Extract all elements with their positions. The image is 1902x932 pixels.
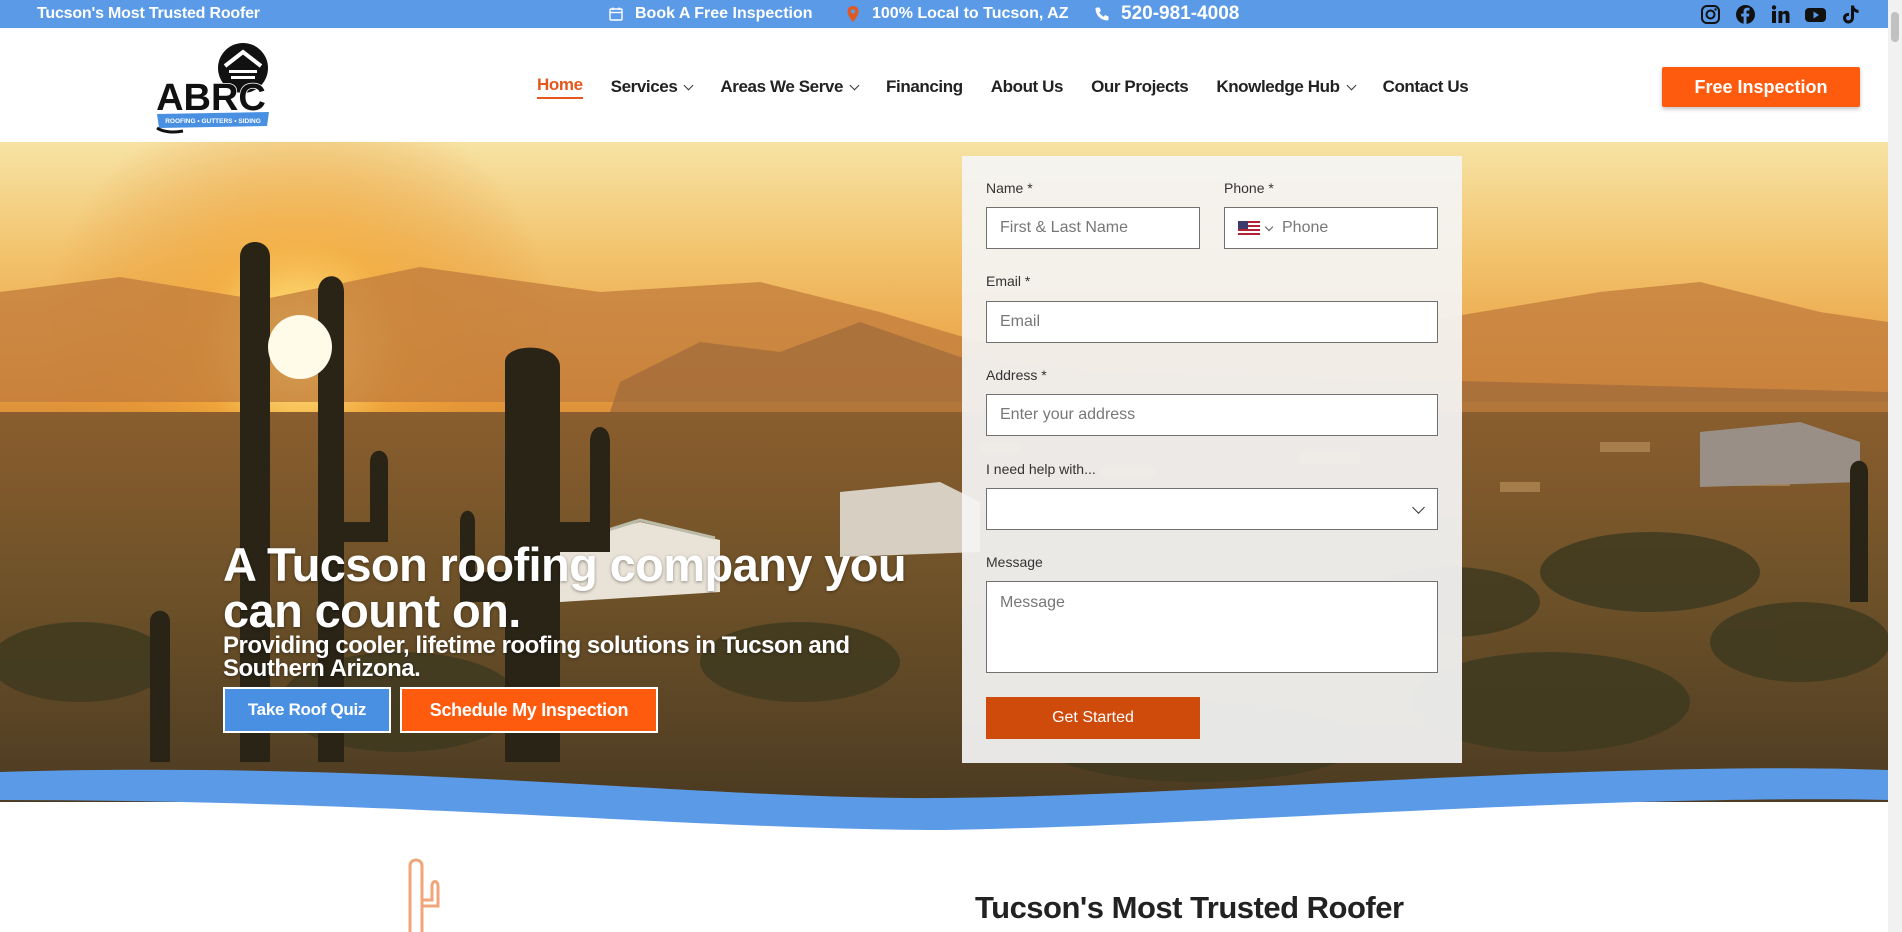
calendar-icon [607, 5, 625, 23]
hero-title: A Tucson roofing company you can count o… [223, 538, 907, 637]
section-divider-wave [0, 768, 1888, 830]
book-inspection-link[interactable]: Book A Free Inspection [607, 5, 813, 23]
tiktok-icon[interactable] [1839, 3, 1862, 26]
chevron-down-icon[interactable] [1264, 222, 1274, 231]
phone-link[interactable]: 520-981-4008 [1093, 3, 1239, 25]
email-label: Email * [986, 273, 1031, 289]
chevron-down-icon [1346, 80, 1357, 90]
message-placeholder: Message [1000, 594, 1065, 611]
email-field[interactable]: Email [986, 301, 1438, 343]
nav-label: Services [610, 77, 678, 96]
nav-item-contact-us[interactable]: Contact Us [1383, 75, 1469, 99]
nav-item-knowledge-hub[interactable]: Knowledge Hub [1216, 75, 1357, 99]
main-nav: Home Services Areas We Serve Financing About… [537, 75, 1469, 99]
logo-ribbon: ROOFING • GUTTERS • SIDING [165, 118, 261, 125]
message-field[interactable]: Message [986, 581, 1438, 673]
phone-icon [1093, 5, 1111, 23]
nav-item-home[interactable]: Home [537, 75, 583, 99]
name-placeholder: First & Last Name [1000, 219, 1129, 236]
nav-item-about-us[interactable]: About Us [990, 75, 1064, 99]
social-links [1699, 3, 1862, 26]
tagline: Tucson's Most Trusted Roofer [37, 5, 260, 22]
address-field[interactable]: Enter your address [986, 394, 1438, 436]
instagram-icon[interactable] [1699, 3, 1722, 26]
nav-label: Knowledge Hub [1216, 77, 1340, 96]
map-pin-icon [844, 5, 862, 23]
book-inspection-label: Book A Free Inspection [635, 5, 813, 22]
scrollbar[interactable] [1888, 0, 1902, 932]
abrc-logo[interactable]: ABRC ROOFING • GUTTERS • SIDING [153, 40, 273, 136]
free-inspection-button[interactable]: Free Inspection [1662, 67, 1860, 107]
youtube-icon[interactable] [1804, 3, 1827, 26]
inspection-form: Name * First & Last Name Phone * Phone E… [962, 156, 1462, 763]
top-bar: Tucson's Most Trusted Roofer Book A Free… [0, 0, 1888, 28]
nav-label: Our Projects [1091, 77, 1189, 96]
nav-label: Home [537, 75, 583, 94]
address-placeholder: Enter your address [1000, 406, 1136, 423]
name-field[interactable]: First & Last Name [986, 207, 1200, 249]
nav-item-services[interactable]: Services [610, 75, 694, 99]
chevron-down-icon [1412, 501, 1425, 514]
scrollbar-thumb[interactable] [1891, 12, 1899, 42]
nav-item-financing[interactable]: Financing [886, 75, 963, 99]
schedule-inspection-button[interactable]: Schedule My Inspection [400, 687, 658, 733]
nav-item-our-projects[interactable]: Our Projects [1091, 75, 1189, 99]
chevron-down-icon [849, 80, 860, 90]
linkedin-icon[interactable] [1769, 3, 1792, 26]
help-select[interactable] [986, 488, 1438, 530]
nav-item-areas-we-serve[interactable]: Areas We Serve [720, 75, 860, 99]
local-label: 100% Local to Tucson, AZ [872, 5, 1069, 22]
name-label: Name * [986, 180, 1033, 196]
facebook-icon[interactable] [1734, 3, 1757, 26]
phone-placeholder: Phone [1282, 219, 1329, 236]
nav-label: Areas We Serve [720, 77, 844, 96]
nav-label: About Us [990, 77, 1064, 96]
local-info: 100% Local to Tucson, AZ [844, 5, 1068, 23]
phone-label: Phone * [1224, 180, 1274, 196]
hero-section: A Tucson roofing company you can count o… [0, 142, 1888, 802]
phone-number: 520-981-4008 [1121, 3, 1240, 24]
nav-label: Financing [886, 77, 963, 96]
us-flag-icon[interactable] [1238, 221, 1260, 235]
hero-subtitle: Providing cooler, lifetime roofing solut… [223, 632, 850, 682]
phone-field[interactable]: Phone [1224, 207, 1438, 249]
message-label: Message [986, 554, 1043, 570]
site-header: ABRC ROOFING • GUTTERS • SIDING Home Serv… [0, 28, 1888, 142]
take-roof-quiz-button[interactable]: Take Roof Quiz [223, 687, 391, 733]
section-title: Tucson's Most Trusted Roofer [975, 890, 1404, 925]
chevron-down-icon [683, 80, 694, 90]
address-label: Address * [986, 367, 1047, 383]
get-started-button[interactable]: Get Started [986, 697, 1200, 739]
help-label: I need help with... [986, 461, 1096, 477]
nav-label: Contact Us [1382, 77, 1469, 96]
cactus-illustration [408, 858, 440, 932]
email-placeholder: Email [1000, 313, 1041, 330]
